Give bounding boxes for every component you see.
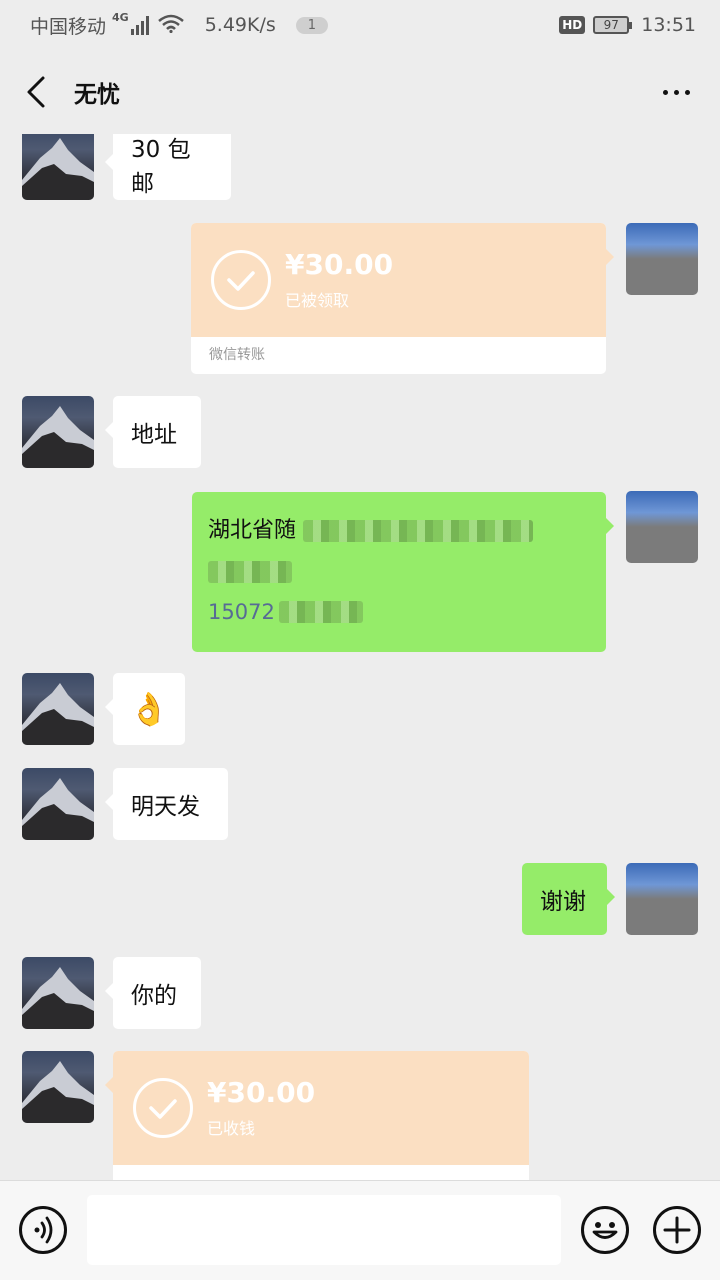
battery-icon: 97 [593,16,633,34]
phone-partial: 15072 [208,600,275,624]
chat-title: 无忧 [74,82,120,108]
ok-hand-icon: 👌 [129,690,169,728]
contact-avatar[interactable] [22,134,94,200]
input-bar [0,1180,720,1280]
my-avatar[interactable] [626,863,698,935]
message-bubble[interactable]: 谢谢 [522,863,615,935]
signal-icon [130,15,149,35]
network-speed: 5.49K/s [204,14,276,36]
transfer-amount: ¥30.00 [285,248,394,281]
contact-avatar[interactable] [22,957,94,1029]
contact-avatar[interactable] [22,673,94,745]
message-list[interactable]: 30 包邮 ¥30.00 已被领取 微信转账 地址 湖北省随 15072 👌 明… [0,134,720,1180]
transfer-card[interactable]: ¥30.00 已收钱 [105,1051,529,1180]
transfer-card[interactable]: ¥30.00 已被领取 微信转账 [191,223,614,374]
transfer-status: 已被领取 [285,291,350,310]
network-type: 4G [112,10,129,24]
battery-level: 97 [603,18,619,32]
message-bubble[interactable]: 30 包邮 [105,134,231,200]
check-icon [133,1078,193,1138]
message-text: 你的 [131,983,177,1009]
transfer-footer: 微信转账 [209,347,265,363]
contact-avatar[interactable] [22,1051,94,1123]
message-bubble[interactable]: 你的 [105,957,201,1029]
address-text-partial: 湖北省随 [208,518,297,543]
redacted-blur [303,520,534,542]
check-icon [211,250,271,310]
contact-avatar[interactable] [22,396,94,468]
plus-icon[interactable] [653,1206,701,1254]
voice-icon[interactable] [19,1206,67,1254]
emoji-icon[interactable] [581,1206,629,1254]
message-text: 谢谢 [540,889,586,915]
message-text: 地址 [131,422,177,448]
message-bubble[interactable]: 👌 [105,673,185,745]
back-chevron-icon[interactable] [6,62,66,122]
my-avatar[interactable] [626,491,698,563]
status-time: 13:51 [641,14,696,36]
message-text: 明天发 [131,794,200,820]
redacted-blur [208,561,292,583]
message-input[interactable] [87,1195,561,1265]
address-bubble[interactable]: 湖北省随 15072 [192,492,614,652]
more-dots-icon[interactable] [663,89,690,95]
transfer-amount: ¥30.00 [207,1076,316,1109]
status-bar: 中国移动 4G 5.49K/s 1 HD 97 13:51 [0,0,720,50]
message-bubble[interactable]: 地址 [105,396,201,468]
contact-avatar[interactable] [22,768,94,840]
redacted-blur [278,601,363,623]
transfer-footer [113,1165,529,1180]
transfer-status: 已收钱 [207,1119,256,1138]
message-text: 30 包邮 [131,137,191,197]
message-bubble[interactable]: 明天发 [105,768,228,840]
wifi-icon [157,13,185,38]
carrier-name: 中国移动 [30,15,107,38]
chat-header: 无忧 [0,50,720,134]
my-avatar[interactable] [626,223,698,295]
hd-badge: HD [559,16,586,34]
notification-count-badge: 1 [295,16,329,34]
